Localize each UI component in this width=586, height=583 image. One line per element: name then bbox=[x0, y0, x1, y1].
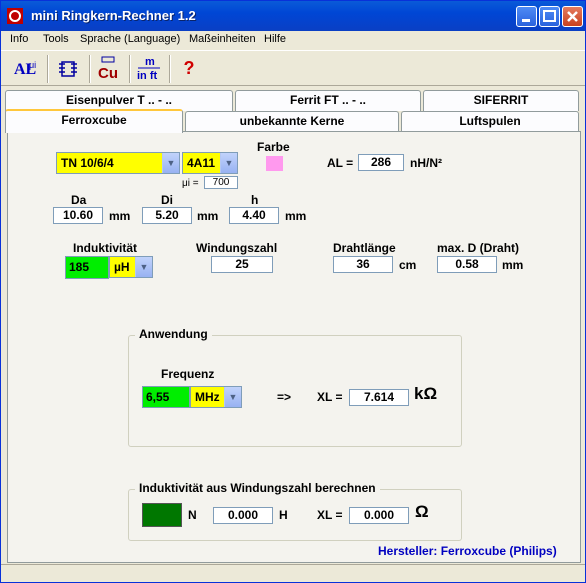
app-icon bbox=[7, 8, 23, 24]
app-window: mini Ringkern-Rechner 1.2 Info Tools Spr… bbox=[0, 0, 586, 583]
menu-info[interactable]: Info bbox=[10, 33, 28, 45]
result-arrow: => bbox=[277, 390, 292, 404]
tab-luftspulen[interactable]: Luftspulen bbox=[401, 111, 579, 132]
coil-icon bbox=[59, 61, 77, 77]
help-button[interactable]: ? bbox=[173, 54, 205, 84]
copper-button[interactable]: Cu bbox=[93, 54, 125, 84]
svg-text:in ft: in ft bbox=[137, 70, 157, 82]
close-button[interactable] bbox=[562, 6, 583, 27]
xl2-label: XL = bbox=[317, 508, 343, 522]
da-field[interactable]: 10.60 bbox=[53, 207, 103, 224]
svg-text:μi: μi bbox=[29, 60, 36, 70]
drahtlaenge-field: 36 bbox=[333, 256, 393, 273]
toolbar-separator bbox=[89, 55, 91, 83]
menu-bar: Info Tools Sprache (Language) Maßeinheit… bbox=[1, 31, 585, 50]
maximize-button[interactable] bbox=[539, 6, 560, 27]
units-button[interactable]: m in ft bbox=[133, 54, 165, 84]
farbe-label: Farbe bbox=[257, 140, 290, 154]
ohm-unit: Ω bbox=[415, 502, 429, 521]
di-field[interactable]: 5.20 bbox=[142, 207, 192, 224]
mu-label: μi = bbox=[182, 178, 199, 189]
menu-tools[interactable]: Tools bbox=[43, 33, 69, 45]
title-bar[interactable]: mini Ringkern-Rechner 1.2 bbox=[1, 1, 585, 31]
di-label: Di bbox=[161, 193, 173, 207]
chevron-down-icon: ▼ bbox=[224, 387, 241, 407]
xl-unit: kΩ bbox=[414, 384, 438, 403]
induktivitaet-label: Induktivität bbox=[73, 241, 138, 255]
tab-ferroxcube[interactable]: Ferroxcube bbox=[5, 109, 183, 133]
minimize-button[interactable] bbox=[516, 6, 537, 27]
n-label: N bbox=[188, 508, 197, 522]
anwendung-title: Anwendung bbox=[135, 327, 212, 341]
menu-sprache[interactable]: Sprache (Language) bbox=[80, 33, 180, 45]
minimize-icon bbox=[522, 19, 530, 22]
xl-label: XL = bbox=[317, 390, 343, 404]
close-icon bbox=[567, 11, 578, 22]
induktivitaet-input[interactable]: 185 bbox=[65, 256, 109, 279]
h-result-unit: H bbox=[279, 508, 288, 522]
chevron-down-icon: ▼ bbox=[135, 257, 152, 277]
max-d-field: 0.58 bbox=[437, 256, 497, 273]
maximize-icon bbox=[543, 10, 556, 22]
xl-field: 7.614 bbox=[349, 389, 409, 406]
chevron-down-icon: ▼ bbox=[162, 153, 179, 173]
di-unit: mm bbox=[197, 209, 219, 223]
manufacturer-label: Hersteller: Ferroxcube (Philips) bbox=[378, 544, 557, 558]
al-unit: nH/N² bbox=[410, 156, 442, 170]
menu-masseinheiten[interactable]: Maßeinheiten bbox=[189, 33, 256, 45]
al-label: AL = bbox=[327, 156, 354, 170]
mu-field: 700 bbox=[204, 176, 238, 189]
menu-hilfe[interactable]: Hilfe bbox=[264, 33, 286, 45]
material-value: 4A11 bbox=[187, 156, 216, 170]
berechnen-group: Induktivität aus Windungszahl berechnen … bbox=[128, 481, 462, 541]
calculate-button[interactable] bbox=[142, 503, 182, 527]
freq-unit-select[interactable]: MHz ▼ bbox=[190, 386, 242, 408]
max-d-unit: mm bbox=[502, 258, 524, 272]
drahtlaenge-label: Drahtlänge bbox=[333, 241, 396, 255]
al-mu-icon: AL μi bbox=[14, 60, 36, 78]
drahtlaenge-unit: cm bbox=[399, 258, 417, 272]
al-mu-button[interactable]: AL μi bbox=[11, 54, 43, 84]
da-unit: mm bbox=[109, 209, 131, 223]
toolbar-separator bbox=[47, 55, 49, 83]
toolbar-separator bbox=[169, 55, 171, 83]
material-select[interactable]: 4A11 ▼ bbox=[182, 152, 238, 174]
color-swatch bbox=[266, 156, 283, 171]
h-field[interactable]: 4.40 bbox=[229, 207, 279, 224]
chevron-down-icon: ▼ bbox=[220, 153, 237, 173]
windungszahl-label: Windungszahl bbox=[196, 241, 278, 255]
window-title: mini Ringkern-Rechner 1.2 bbox=[31, 8, 196, 23]
berechnen-title: Induktivität aus Windungszahl berechnen bbox=[135, 481, 380, 495]
core-type-select[interactable]: TN 10/6/4 ▼ bbox=[56, 152, 180, 174]
freq-unit-value: MHz bbox=[195, 390, 220, 404]
anwendung-group: Anwendung Frequenz 6,55 MHz ▼ => XL = 7.… bbox=[128, 327, 462, 447]
da-label: Da bbox=[71, 193, 87, 207]
tab-siferrit[interactable]: SIFERRIT bbox=[423, 90, 579, 111]
core-type-value: TN 10/6/4 bbox=[61, 156, 114, 170]
toolbar: AL μi Cu m in ft ? bbox=[1, 50, 585, 86]
xl2-field: 0.000 bbox=[349, 507, 409, 524]
ind-unit-select[interactable]: µH ▼ bbox=[109, 256, 153, 278]
max-d-label: max. D (Draht) bbox=[437, 241, 520, 255]
tab-unbekannte-kerne[interactable]: unbekannte Kerne bbox=[185, 111, 399, 132]
h-label: h bbox=[251, 193, 259, 207]
copper-wire-icon: Cu bbox=[98, 56, 118, 82]
toolbar-separator bbox=[129, 55, 131, 83]
frequenz-label: Frequenz bbox=[161, 367, 215, 381]
help-icon: ? bbox=[183, 58, 195, 78]
al-field: 286 bbox=[358, 154, 404, 171]
h-unit: mm bbox=[285, 209, 307, 223]
status-bar bbox=[1, 564, 585, 582]
ferroxcube-panel: TN 10/6/4 ▼ 4A11 ▼ μi = 700 Farbe AL = 2… bbox=[7, 131, 581, 563]
svg-text:Cu: Cu bbox=[98, 65, 118, 82]
tab-eisenpulver[interactable]: Eisenpulver T .. - .. bbox=[5, 90, 233, 111]
tab-ferrit[interactable]: Ferrit FT .. - .. bbox=[235, 90, 421, 111]
ind-unit-value: µH bbox=[114, 260, 130, 274]
h-result-field: 0.000 bbox=[213, 507, 273, 524]
frequenz-input[interactable]: 6,55 bbox=[142, 386, 190, 408]
windungszahl-field[interactable]: 25 bbox=[211, 256, 273, 273]
svg-text:m: m bbox=[145, 56, 155, 68]
units-icon: m in ft bbox=[137, 56, 160, 82]
coil-button[interactable] bbox=[53, 54, 85, 84]
